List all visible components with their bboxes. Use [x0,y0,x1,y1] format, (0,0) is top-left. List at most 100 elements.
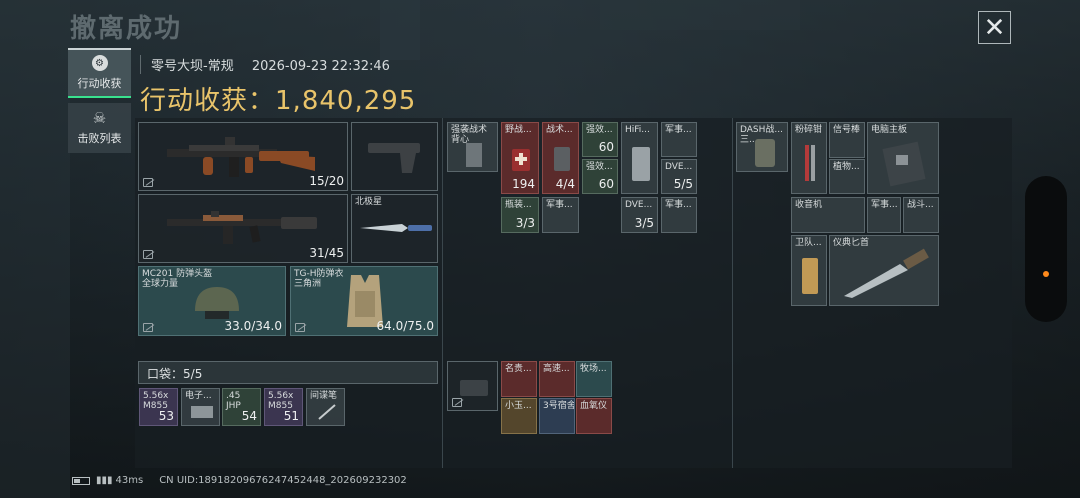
pocket-count: 5/5 [183,367,203,381]
pistol-icon [368,143,420,173]
rig-item[interactable]: 瓶装... 3/3 [501,197,539,233]
backpack-slot[interactable]: DASH战... 三... [736,122,788,172]
chest-rig-slot[interactable]: 强袭战术 背心 [447,122,498,172]
melee-slot[interactable]: 北极星 [351,194,438,263]
battery-icon [72,476,90,485]
pocket-item[interactable]: .45 JHP 54 [222,388,261,426]
pocket-item-name: 5.56x [143,391,169,401]
hifi-device-icon [632,147,650,181]
pocket-item-name: 间谍笔 [310,391,338,401]
signal-icon: ▮▮▮ [96,475,113,486]
rig-item-count: 60 [598,177,614,191]
rig-item-name: HiFi... [625,125,650,135]
chest-rig-name: 强袭战术 [451,125,488,135]
primary-weapon-slot[interactable]: 15/20 [138,122,348,191]
backpack-item[interactable]: 仪典匕首 [829,235,939,306]
case-icon [460,380,488,396]
pistol-slot[interactable] [351,122,438,191]
pocket-item[interactable]: 间谍笔 [306,388,345,426]
helmet-durability: 33.0/34.0 [224,319,282,333]
pocket-item[interactable]: 5.56x M855 51 [264,388,303,426]
rig-item[interactable]: HiFi... [621,122,658,194]
pen-icon [318,404,336,420]
rig-item-name: 军事... [665,200,692,210]
backpack-item-name: 战斗... [907,200,934,210]
backpack-item[interactable]: 卫队... [791,235,827,306]
rig-item-name: 战术... [546,125,573,135]
pocket-item-sub: JHP [226,401,241,411]
backpack-item[interactable]: 电脑主板 [867,122,939,194]
secure-case-slot[interactable] [447,361,498,411]
backpack-item[interactable]: 粉碎钳 [791,122,827,194]
backpack-item-name: 植物... [833,162,860,172]
rig-item-name: 强效... [586,162,613,172]
pouch-item-name: 牧场... [580,364,607,374]
backpack-item-name: 信号棒 [833,125,861,135]
backpack-icon [755,139,775,167]
rig-item[interactable]: 野战... 194 [501,122,539,194]
pouch-item[interactable]: 血氧仪 [576,398,612,434]
tag-icon [452,398,462,407]
rig-item[interactable]: 军事... [542,197,579,233]
pocket-label: 口袋： [147,367,184,381]
secondary-weapon-slot[interactable]: 31/45 [138,194,348,263]
rig-item-name: 军事... [546,200,573,210]
rig-item-count: 194 [512,177,535,191]
backpack-item-name: 军事... [871,200,898,210]
ping: 43ms [115,475,144,486]
rig-item-count: 3/3 [515,216,535,230]
tab-kills-label: 击败列表 [77,132,122,145]
pouch-item[interactable]: 牧场... [576,361,612,397]
rig-item[interactable]: 强效... 60 [582,159,618,194]
rig-item[interactable]: 军事... [661,122,697,157]
rig-item[interactable]: 战术... 4/4 [542,122,579,194]
tab-loot-label: 行动收获 [77,77,122,90]
pouch-item-name: 名贵... [505,364,532,374]
loot-value: 行动收获：1,840,295 [140,80,416,117]
rig-item[interactable]: DVE... 5/5 [661,159,697,194]
pocket-item[interactable]: 5.56x M855 53 [139,388,178,426]
secondary-ammo: 31/45 [309,246,344,260]
backpack-name: DASH战... [740,125,783,135]
rig-item-count: 4/4 [555,177,575,191]
pocket-item-name: 电子... [185,391,212,401]
match-info: 零号大坝-常规 2026-09-23 22:32:46 [140,55,404,74]
primary-ammo: 15/20 [309,174,344,188]
pocket-item[interactable]: 电子... [181,388,220,426]
backpack-item-name: 收音机 [795,200,823,210]
rig-item-name: DVE... [665,162,693,172]
backpack-item[interactable]: 战斗... [903,197,939,233]
armor-slot[interactable]: TG-H防弹衣 三角洲 64.0/75.0 [290,266,438,336]
helmet-slot[interactable]: MC201 防弹头盔 全球力量 33.0/34.0 [138,266,286,336]
backpack-item[interactable]: 军事... [867,197,901,233]
loot-value-label: 行动收获： [140,86,276,116]
knife-icon [360,224,432,232]
rig-item-name: 军事... [665,125,692,135]
tab-loot[interactable]: ⚙ 行动收获 [68,48,131,98]
armor-label: TG-H防弹衣 三角洲 [294,269,344,289]
side-handle[interactable] [1025,176,1067,322]
backpack-item[interactable]: 信号棒 [829,122,865,158]
tag-icon [295,323,305,332]
backpack-item-name: 粉碎钳 [795,125,823,135]
extraction-title: 撤离成功 [70,14,183,44]
rig-item[interactable]: 强效... 60 [582,122,618,157]
status-bar: ▮▮▮ 43ms CN UID:1891820967624745244​8_20… [72,475,407,486]
pouch-item[interactable]: 小玉... [501,398,537,434]
pouch-item-name: 血氧仪 [580,401,608,411]
pouch-item[interactable]: 名贵... [501,361,537,397]
tommy-gun-icon [167,137,315,177]
pouch-item-name: 高速... [543,364,570,374]
backpack-item[interactable]: 植物... [829,159,865,194]
pocket-item-count: 54 [241,409,257,423]
map-name: 零号大坝-常规 [151,59,234,74]
pouch-item[interactable]: 3号宿舍... [539,398,575,434]
rig-item-count: 60 [598,140,614,154]
close-button[interactable]: ✕ [978,11,1011,44]
rig-item[interactable]: DVE... 3/5 [621,197,658,233]
backpack-item[interactable]: 收音机 [791,197,865,233]
rig-item-name: 瓶装... [505,200,532,210]
rig-item[interactable]: 军事... [661,197,697,233]
tab-kills[interactable]: ☠ 击败列表 [68,103,131,153]
pouch-item[interactable]: 高速... [539,361,575,397]
